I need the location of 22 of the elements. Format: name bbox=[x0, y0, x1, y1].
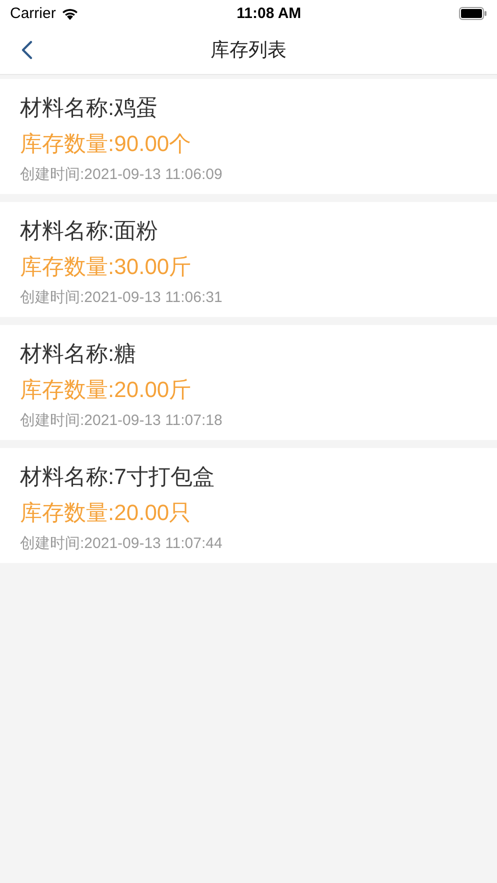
page-title: 库存列表 bbox=[210, 39, 286, 63]
created-time: 创建时间:2021-09-13 11:06:31 bbox=[20, 288, 224, 307]
stock-quantity: 库存数量:30.00斤 bbox=[20, 253, 192, 281]
wifi-icon bbox=[60, 6, 79, 20]
inventory-card[interactable]: 材料名称:7寸打包盒 库存数量:20.00只 创建时间:2021-09-13 11:07:44 bbox=[0, 448, 497, 563]
inventory-card[interactable]: 材料名称:糖 库存数量:20.00斤 创建时间:2021-09-13 11:07:18 bbox=[0, 325, 497, 440]
battery-icon bbox=[458, 6, 487, 20]
material-name: 材料名称:7寸打包盒 bbox=[20, 463, 216, 491]
created-time: 创建时间:2021-09-13 11:07:44 bbox=[20, 534, 224, 553]
carrier-label: Carrier bbox=[10, 4, 56, 22]
material-name: 材料名称:糖 bbox=[20, 340, 138, 368]
created-time: 创建时间:2021-09-13 11:07:18 bbox=[20, 411, 224, 430]
material-name: 材料名称:面粉 bbox=[20, 217, 160, 245]
status-time: 11:08 AM bbox=[236, 4, 302, 22]
stock-quantity: 库存数量:90.00个 bbox=[20, 130, 192, 158]
created-time: 创建时间:2021-09-13 11:06:09 bbox=[20, 165, 224, 184]
stock-quantity: 库存数量:20.00只 bbox=[20, 499, 192, 527]
inventory-card[interactable]: 材料名称:面粉 库存数量:30.00斤 创建时间:2021-09-13 11:06:31 bbox=[0, 202, 497, 317]
stock-quantity: 库存数量:20.00斤 bbox=[20, 376, 192, 404]
material-name: 材料名称:鸡蛋 bbox=[20, 94, 160, 122]
back-icon[interactable] bbox=[20, 40, 34, 60]
inventory-card[interactable]: 材料名称:鸡蛋 库存数量:90.00个 创建时间:2021-09-13 11:06:09 bbox=[0, 79, 497, 194]
